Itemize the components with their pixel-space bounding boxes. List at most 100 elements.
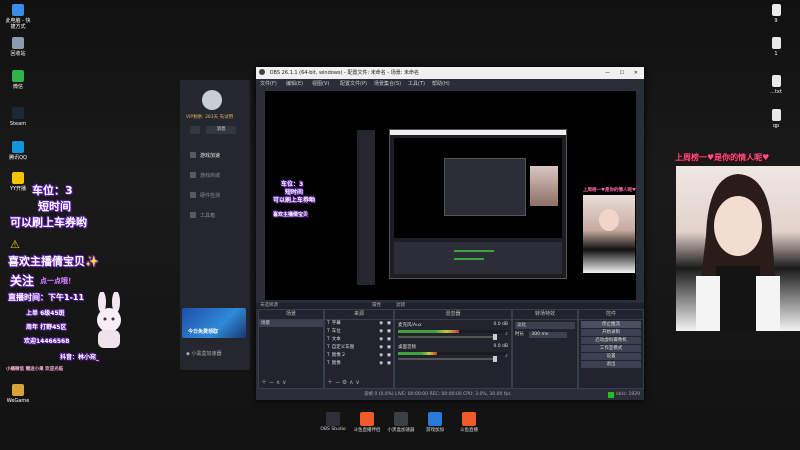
overlay-follow: 关注 xyxy=(10,274,35,288)
lock-icon[interactable]: ▣ xyxy=(387,328,391,336)
desktop-icon-label: YY开播 xyxy=(9,186,27,192)
speaker-icon[interactable]: ♪ xyxy=(505,332,508,337)
store-icon xyxy=(190,172,196,178)
desktop-file-icon[interactable]: ...txt xyxy=(760,75,792,95)
menu-item[interactable]: 视图(V) xyxy=(312,79,329,89)
close-button[interactable]: ✕ xyxy=(634,67,638,79)
accelerator-panel: VIP剩余: 263天 先试用 消息 游戏加速 游戏商城 硬件检测 工具箱 今日… xyxy=(180,80,250,370)
desktop-icon-label: 腾讯QQ xyxy=(9,155,27,161)
control-button[interactable]: 开始录制 xyxy=(581,329,641,336)
desktop-icon[interactable]: 此电脑 - 快 捷方式 xyxy=(2,4,34,30)
controls-dock: 控件 停止推流 开始录制 启动虚拟摄像机 工作室模式 设置 退出 xyxy=(578,309,644,389)
maximize-button[interactable]: ☐ xyxy=(620,67,624,79)
overlay-host-name: 喜欢主播倩宝贝✨ xyxy=(8,255,99,268)
text-source-icon: T xyxy=(327,321,330,326)
webcam-tag: 上周榜一♥是你的情人呢♥ xyxy=(675,153,770,162)
menu-item[interactable]: 场景集合(S) xyxy=(374,79,401,89)
volume-slider-handle[interactable] xyxy=(492,334,497,340)
taskbar-app[interactable]: OBS Studio xyxy=(318,412,348,432)
duration-input[interactable]: 300 ms xyxy=(529,332,568,338)
eye-icon[interactable]: ◉ xyxy=(379,328,383,336)
mixer-track: 麦克风/Aux 0.0 dB ♪ xyxy=(398,322,508,340)
menu-item[interactable]: 文件(F) xyxy=(260,79,277,89)
source-item[interactable]: T 字幕 ◉ ▣ xyxy=(325,320,393,328)
lock-icon[interactable]: ▣ xyxy=(387,352,391,360)
toolbox-icon xyxy=(190,212,196,218)
taskbar-app-label: OBS Studio xyxy=(320,427,346,432)
eye-icon[interactable]: ◉ xyxy=(379,360,383,368)
lock-icon[interactable]: ▣ xyxy=(387,336,391,344)
promo-banner[interactable]: 今日免费领取 xyxy=(182,308,246,338)
track-db: 0.0 dB xyxy=(493,322,508,327)
overlay-rank-1: 上单 6级45斑 xyxy=(26,310,65,317)
nav-game-accel[interactable]: 游戏加速 xyxy=(190,152,248,164)
lock-icon[interactable]: ▣ xyxy=(387,360,391,368)
volume-slider[interactable] xyxy=(398,356,497,362)
desktop-icon[interactable]: 回收站 xyxy=(2,37,34,57)
scenes-title: 场景 xyxy=(259,310,323,320)
menu-item[interactable]: 帮助(H) xyxy=(432,79,450,89)
desktop-icon[interactable]: 腾讯QQ xyxy=(2,141,34,161)
source-item[interactable]: T 图像 2 ◉ ▣ xyxy=(325,352,393,360)
nav-hardware[interactable]: 硬件检测 xyxy=(190,192,248,204)
source-controls[interactable]: ＋ − ⚙ ∧ ∨ xyxy=(327,377,360,386)
desktop-icon[interactable]: Steam xyxy=(2,107,34,127)
eye-icon[interactable]: ◉ xyxy=(379,336,383,344)
text-source-icon: T xyxy=(327,345,330,350)
source-item[interactable]: T 文本 ◉ ▣ xyxy=(325,336,393,344)
duration-label: 时长 xyxy=(515,332,524,337)
desktop-file-icon[interactable]: qp xyxy=(760,109,792,129)
obs-preview[interactable]: 车位：3 短时间 可以刷上车券哟 喜欢主播倩宝贝 上周榜一♥是你的情人呢♥ xyxy=(265,91,636,300)
preview-nested-accel xyxy=(357,130,375,285)
taskbar-app[interactable]: 小黑盒加速器 xyxy=(386,412,416,433)
control-button[interactable]: 启动虚拟摄像机 xyxy=(581,337,641,344)
desktop-icon[interactable]: YY开播 xyxy=(2,172,34,192)
source-item[interactable]: T 车位 ◉ ▣ xyxy=(325,328,393,336)
overlay-short-time: 短时间 xyxy=(38,200,71,213)
taskbar-app-label: 游戏加加 xyxy=(426,428,444,433)
speaker-icon[interactable]: ♪ xyxy=(505,354,508,359)
menu-item[interactable]: 编辑(E) xyxy=(286,79,303,89)
taskbar-app[interactable]: 斗鱼直播 xyxy=(454,412,484,433)
settings-icon[interactable] xyxy=(190,126,200,134)
message-button[interactable]: 消息 xyxy=(206,126,236,134)
taskbar-app[interactable]: 游戏加加 xyxy=(420,412,450,433)
minimize-button[interactable]: — xyxy=(605,67,610,79)
taskbar-app[interactable]: 斗鱼直播伴侣 xyxy=(352,412,382,433)
control-button[interactable]: 工作室模式 xyxy=(581,345,641,352)
nav-toolbox[interactable]: 工具箱 xyxy=(190,212,248,224)
desktop-file-icon[interactable]: 1 xyxy=(760,37,792,57)
menu-item[interactable]: 工具(T) xyxy=(408,79,425,89)
app-icon xyxy=(394,412,408,426)
desktop-icon[interactable]: WeGame xyxy=(2,384,34,404)
control-button[interactable]: 设置 xyxy=(581,353,641,360)
desktop-icon[interactable]: 微信 xyxy=(2,70,34,90)
sources-list: T 字幕 ◉ ▣ T 车位 ◉ ▣ T 文本 ◉ ▣ T 自定义车图 ◉ ▣ T 图像 2 ◉ ▣ T 图像 ◉ ▣ xyxy=(325,320,393,368)
desktop-file-icon[interactable]: 9 xyxy=(760,4,792,24)
control-button[interactable]: 停止推流 xyxy=(581,321,641,328)
status-bar: 丢帧 0 (0.0%) LIVE: 00:00:00 REC: 00:00:00… xyxy=(256,390,644,400)
transitions-dock: 转场特效 淡化 时长 300 ms xyxy=(512,309,578,389)
lock-icon[interactable]: ▣ xyxy=(387,320,391,328)
overlay-rank-2: 周年 打野45区 xyxy=(26,324,67,331)
menu-item[interactable]: 配置文件(P) xyxy=(340,79,367,89)
eye-icon[interactable]: ◉ xyxy=(379,344,383,352)
control-button[interactable]: 退出 xyxy=(581,361,641,368)
nav-game-store[interactable]: 游戏商城 xyxy=(190,172,248,184)
lock-icon[interactable]: ▣ xyxy=(387,344,391,352)
overlay-bottom-text: 小橘微信 赠送小果 欢迎光临 xyxy=(6,367,64,372)
volume-slider-handle[interactable] xyxy=(492,356,497,362)
mixer-dock: 混音器 麦克风/Aux 0.0 dB ♪ 桌面音频 0.0 dB ♪ xyxy=(394,309,512,389)
transition-select[interactable]: 淡化 xyxy=(515,322,575,329)
overlay-douyin: 抖音：林小宛_ xyxy=(60,354,100,361)
source-item[interactable]: T 图像 ◉ ▣ xyxy=(325,360,393,368)
avatar[interactable] xyxy=(202,90,222,110)
volume-slider[interactable] xyxy=(398,334,497,340)
source-item[interactable]: T 自定义车图 ◉ ▣ xyxy=(325,344,393,352)
scene-item[interactable]: 场景 xyxy=(259,320,323,327)
desktop-icon-label: 回收站 xyxy=(10,51,26,57)
scenes-dock: 场景 场景 ＋ − ∧ ∨ xyxy=(258,309,324,389)
eye-icon[interactable]: ◉ xyxy=(379,352,383,360)
scene-controls[interactable]: ＋ − ∧ ∨ xyxy=(261,377,287,386)
eye-icon[interactable]: ◉ xyxy=(379,320,383,328)
